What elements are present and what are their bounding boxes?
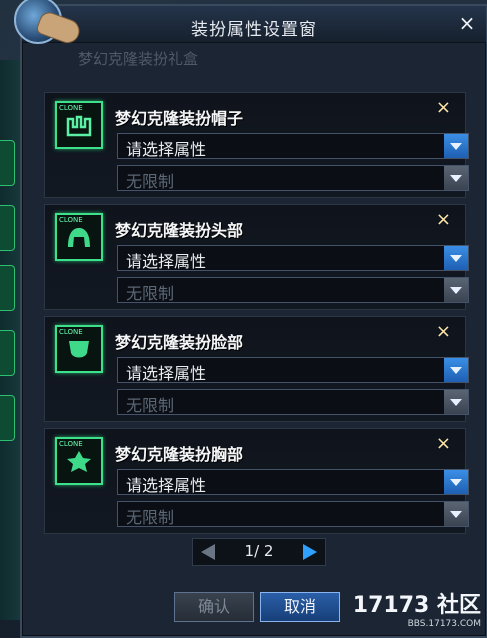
attribute-value: 请选择属性 <box>126 252 207 271</box>
chevron-down-icon <box>443 502 468 526</box>
slot-panel-head: CLONE 梦幻克隆装扮头部 × 请选择属性 无限制 <box>44 204 469 310</box>
limit-value: 无限制 <box>126 396 175 415</box>
clone-tag: CLONE <box>59 104 83 112</box>
pagination: 1/ 2 <box>192 538 326 566</box>
limit-value: 无限制 <box>126 284 175 303</box>
window-close-button[interactable]: × <box>456 12 478 34</box>
limit-dropdown: 无限制 <box>117 277 469 303</box>
attribute-dropdown[interactable]: 请选择属性 <box>117 469 469 495</box>
clone-tag: CLONE <box>59 328 83 336</box>
hair-icon: CLONE <box>55 213 103 261</box>
slot-close-button[interactable]: × <box>436 321 451 342</box>
confirm-button[interactable]: 确认 <box>174 592 254 622</box>
background-inventory-strip <box>0 60 22 620</box>
bg-slot <box>0 205 15 251</box>
chevron-down-icon[interactable] <box>443 134 468 158</box>
limit-dropdown: 无限制 <box>117 165 469 191</box>
chest-icon: CLONE <box>55 437 103 485</box>
slot-panel-chest: CLONE 梦幻克隆装扮胸部 × 请选择属性 无限制 <box>44 428 469 534</box>
limit-dropdown: 无限制 <box>117 389 469 415</box>
slot-title: 梦幻克隆装扮脸部 <box>115 333 244 352</box>
chevron-down-icon <box>443 166 468 190</box>
window-title: 装扮属性设置窗 <box>191 20 317 40</box>
hat-icon: CLONE <box>55 101 103 149</box>
slot-close-button[interactable]: × <box>436 433 451 454</box>
slot-panel-face: CLONE 梦幻克隆装扮脸部 × 请选择属性 无限制 <box>44 316 469 422</box>
site-watermark: 17173 社区 BBS.17173.COM <box>353 587 481 629</box>
attribute-dropdown[interactable]: 请选择属性 <box>117 357 469 383</box>
next-page-arrow-icon[interactable] <box>303 544 317 560</box>
bg-slot <box>0 265 15 311</box>
chevron-down-icon[interactable] <box>443 358 468 382</box>
title-bar[interactable]: 装扮属性设置窗 × <box>22 6 486 43</box>
bg-slot <box>0 395 15 441</box>
attribute-value: 请选择属性 <box>126 364 207 383</box>
attribute-value: 请选择属性 <box>126 476 207 495</box>
limit-value: 无限制 <box>126 508 175 527</box>
face-icon: CLONE <box>55 325 103 373</box>
slot-close-button[interactable]: × <box>436 209 451 230</box>
clone-tag: CLONE <box>59 440 83 448</box>
clone-tag: CLONE <box>59 216 83 224</box>
slot-title: 梦幻克隆装扮胸部 <box>115 445 244 464</box>
attribute-value: 请选择属性 <box>126 140 207 159</box>
watermark-sub: BBS.17173.COM <box>407 619 481 629</box>
chevron-down-icon <box>443 390 468 414</box>
window-emblem-icon <box>14 0 83 47</box>
bg-slot <box>0 140 15 186</box>
cancel-button[interactable]: 取消 <box>260 592 340 622</box>
background-ghost-title: 梦幻克隆装扮礼盒 <box>78 50 199 68</box>
slot-title: 梦幻克隆装扮头部 <box>115 221 244 240</box>
limit-value: 无限制 <box>126 172 175 191</box>
slot-title: 梦幻克隆装扮帽子 <box>115 109 244 128</box>
chevron-down-icon[interactable] <box>443 470 468 494</box>
attribute-dropdown[interactable]: 请选择属性 <box>117 133 469 159</box>
slot-close-button[interactable]: × <box>436 97 451 118</box>
chevron-down-icon[interactable] <box>443 246 468 270</box>
watermark-main: 17173 社区 <box>352 593 481 618</box>
bg-slot <box>0 330 15 376</box>
limit-dropdown: 无限制 <box>117 501 469 527</box>
chevron-down-icon <box>443 278 468 302</box>
slot-panel-hat: CLONE 梦幻克隆装扮帽子 × 请选择属性 无限制 <box>44 92 469 198</box>
costume-attribute-window: 装扮属性设置窗 × 梦幻克隆装扮礼盒 CLONE 梦幻克隆装扮帽子 × 请选择属… <box>20 4 487 638</box>
attribute-dropdown[interactable]: 请选择属性 <box>117 245 469 271</box>
